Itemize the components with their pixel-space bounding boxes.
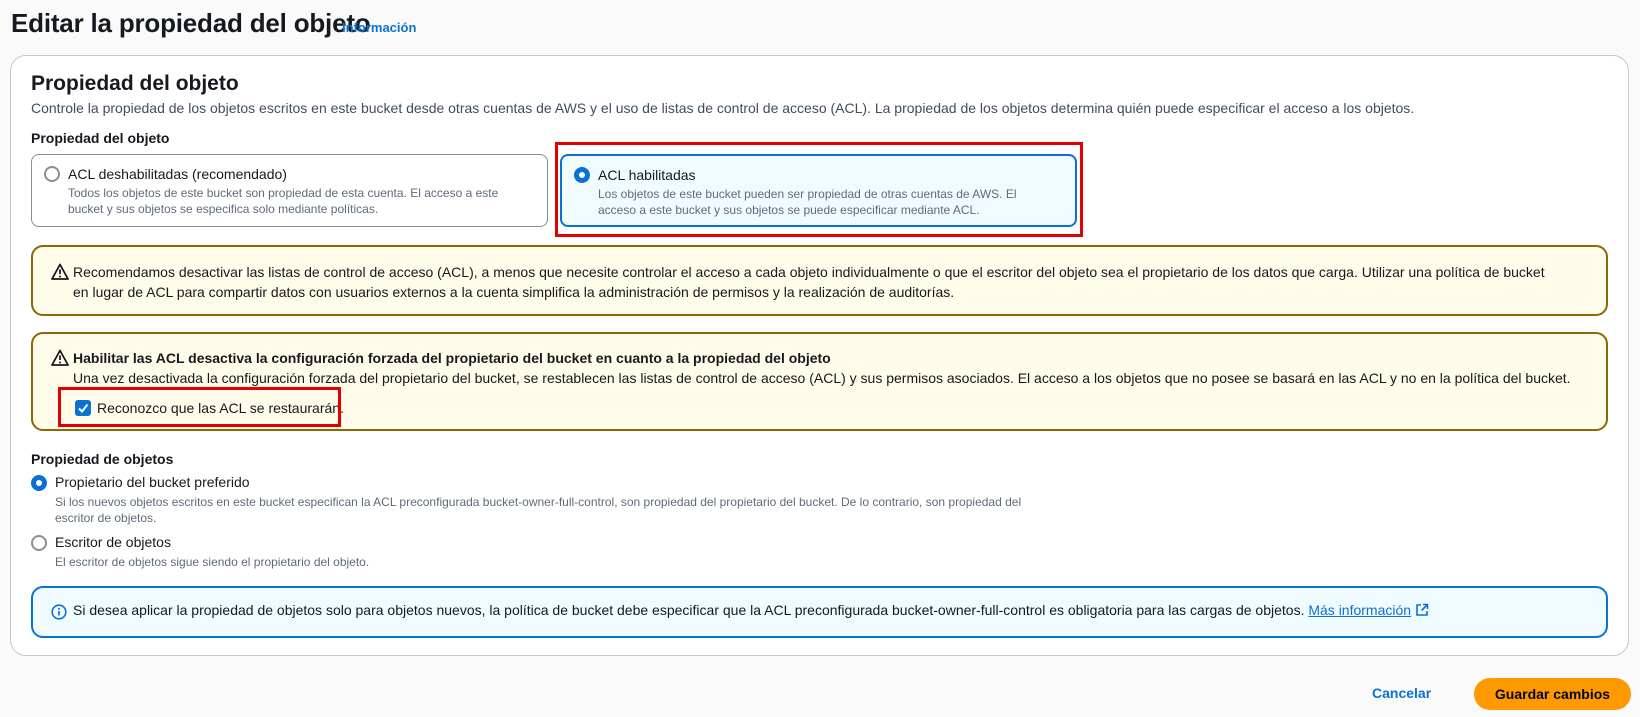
checkmark-icon	[78, 403, 89, 414]
acknowledge-checkbox-label[interactable]: Reconozco que las ACL se restaurarán.	[97, 400, 344, 416]
section-description: Controle la propiedad de los objetos esc…	[31, 100, 1415, 116]
recommendation-text-line2: en lugar de ACL para compartir datos con…	[73, 284, 955, 300]
acl-enabled-tile[interactable]: ACL habilitadas Los objetos de este buck…	[560, 154, 1077, 227]
ownership-field-label: Propiedad del objeto	[31, 130, 170, 146]
warning-icon	[51, 263, 69, 280]
object-writer-radio[interactable]	[31, 535, 47, 551]
cancel-button[interactable]: Cancelar	[1372, 685, 1431, 701]
acl-enable-warning-alert: Habilitar las ACL desactiva la configura…	[31, 332, 1608, 431]
object-writer-title[interactable]: Escritor de objetos	[55, 534, 171, 550]
section-title: Propiedad del objeto	[31, 72, 239, 95]
bucket-owner-preferred-description: Si los nuevos objetos escritos en este b…	[55, 495, 1022, 525]
external-link-icon	[1416, 603, 1429, 616]
info-icon	[51, 604, 67, 620]
bucket-owner-preferred-title[interactable]: Propietario del bucket preferido	[55, 474, 250, 490]
more-info-link[interactable]: Más información	[1308, 602, 1411, 618]
acl-disabled-tile[interactable]: ACL deshabilitadas (recomendado) Todos l…	[31, 154, 548, 227]
page-title: Editar la propiedad del objeto	[11, 8, 371, 38]
acl-enabled-title: ACL habilitadas	[598, 167, 696, 183]
save-changes-button[interactable]: Guardar cambios	[1474, 678, 1631, 710]
info-alert: Si desea aplicar la propiedad de objetos…	[31, 586, 1608, 638]
acl-disabled-radio[interactable]	[44, 166, 60, 182]
bucket-owner-preferred-radio[interactable]	[31, 475, 47, 491]
object-ownership-label: Propiedad de objetos	[31, 451, 174, 467]
acl-enable-warning-body: Una vez desactivada la configuración for…	[73, 370, 1571, 386]
acl-recommendation-alert: Recomendamos desactivar las listas de co…	[31, 245, 1608, 316]
object-writer-description: El escritor de objetos sigue siendo el p…	[55, 555, 370, 569]
acl-disabled-description: Todos los objetos de este bucket son pro…	[68, 186, 499, 216]
info-alert-text: Si desea aplicar la propiedad de objetos…	[73, 602, 1305, 618]
acl-enable-warning-title: Habilitar las ACL desactiva la configura…	[73, 350, 831, 366]
acl-disabled-title: ACL deshabilitadas (recomendado)	[68, 166, 287, 182]
acl-enabled-radio[interactable]	[574, 167, 590, 183]
acl-enabled-description: Los objetos de este bucket pueden ser pr…	[598, 187, 1017, 217]
recommendation-text-line1: Recomendamos desactivar las listas de co…	[73, 264, 1545, 280]
acknowledge-checkbox[interactable]	[75, 400, 91, 416]
info-link[interactable]: Información	[342, 20, 416, 35]
warning-icon	[51, 349, 69, 366]
